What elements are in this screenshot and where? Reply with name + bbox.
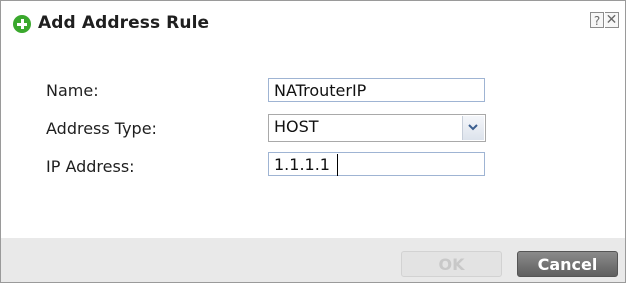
ip-address-input[interactable] [268, 152, 485, 176]
dialog-footer: OK Cancel [1, 238, 625, 282]
dialog-title: Add Address Rule [38, 13, 210, 33]
add-address-rule-dialog: Add Address Rule ? ✕ Name: Address Type:… [0, 0, 626, 283]
dialog-titlebar: Add Address Rule ? ✕ [1, 1, 625, 37]
address-type-select[interactable]: HOST [268, 114, 486, 142]
address-type-value: HOST [274, 117, 319, 136]
address-type-label: Address Type: [46, 119, 157, 138]
add-icon [13, 15, 31, 33]
name-input[interactable] [268, 78, 485, 102]
help-button[interactable]: ? [590, 12, 604, 28]
ip-address-label: IP Address: [46, 157, 135, 176]
text-cursor [337, 154, 338, 176]
close-button[interactable]: ✕ [605, 12, 619, 28]
cancel-button[interactable]: Cancel [517, 251, 618, 277]
name-label: Name: [46, 81, 99, 100]
chevron-down-icon[interactable] [462, 116, 484, 140]
ok-button[interactable]: OK [401, 251, 502, 277]
